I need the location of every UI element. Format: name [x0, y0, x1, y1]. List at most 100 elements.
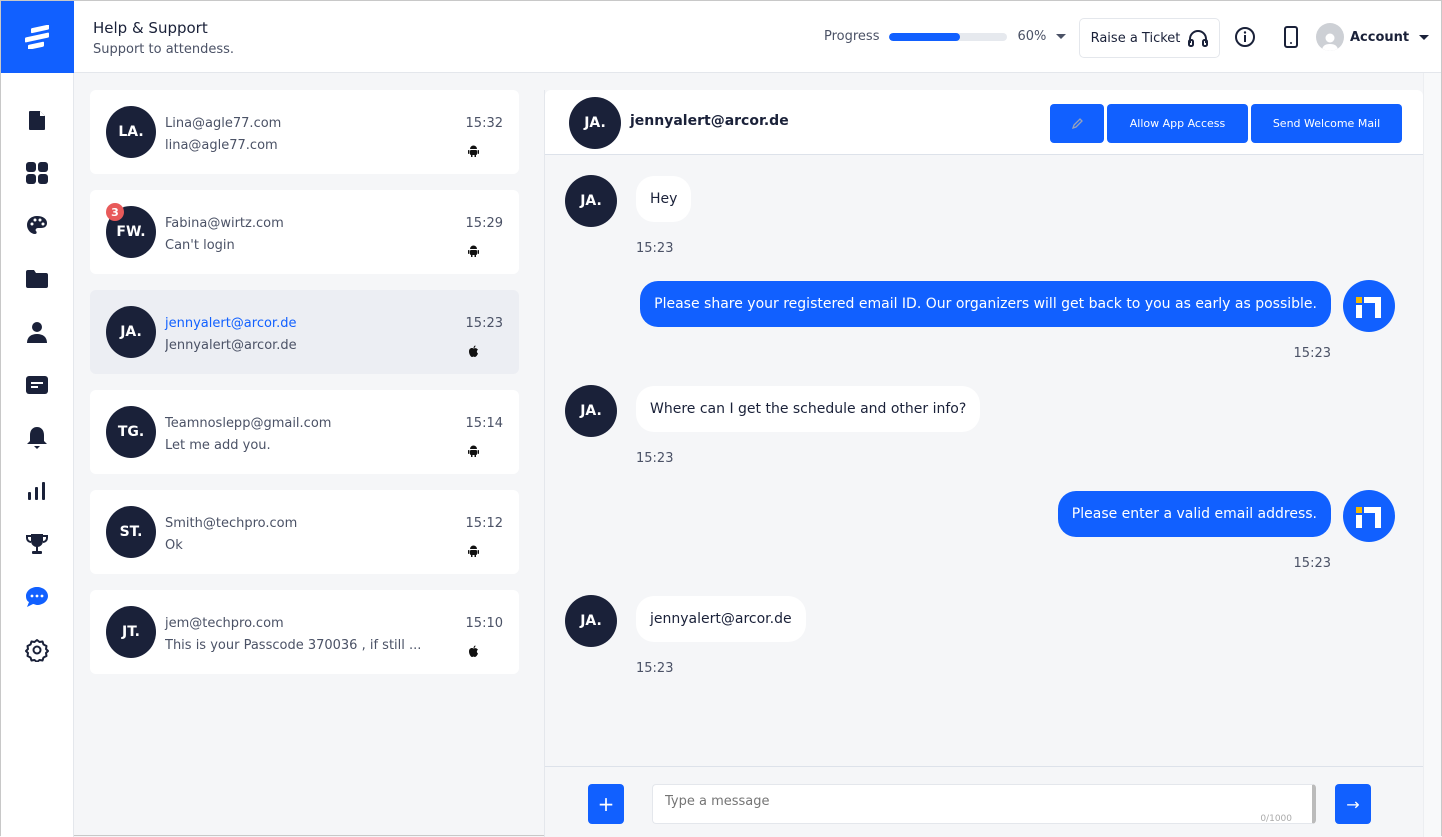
ticket-icon [26, 375, 48, 394]
apple-icon [469, 345, 478, 357]
progress-value: 60% [1017, 29, 1047, 44]
sidebar-item-files[interactable] [17, 252, 57, 305]
analytics-icon [28, 481, 45, 500]
account-menu[interactable]: Account [1316, 23, 1430, 51]
conversation-list: LA. Lina@agle77.com lina@agle77.com 15:32 FW… [90, 90, 519, 690]
message-input[interactable] [653, 785, 1312, 818]
sidebar-item-analytics[interactable] [17, 464, 57, 517]
user-icon [27, 321, 47, 343]
send-button[interactable]: → [1335, 784, 1371, 824]
sidebar-item-awards[interactable] [17, 517, 57, 570]
avatar: ST. [106, 506, 156, 558]
conversation-preview: Can't login [165, 238, 235, 253]
sidebar-item-users[interactable] [17, 305, 57, 358]
mobile-icon[interactable] [1283, 26, 1299, 48]
message-composer: + 0/1000 → [545, 766, 1424, 837]
document-icon [29, 110, 45, 130]
sidebar [1, 1, 74, 837]
conversation-time: 15:29 [465, 216, 503, 231]
message-time: 15:23 [636, 241, 674, 256]
conversation-name: Smith@techpro.com [165, 516, 298, 531]
sidebar-item-theme[interactable] [17, 199, 57, 252]
android-icon [468, 445, 479, 457]
info-icon[interactable] [1234, 26, 1256, 48]
incoming-message: jennyalert@arcor.de [636, 596, 806, 642]
avatar: JA. [565, 175, 617, 227]
chevron-down-icon [1056, 34, 1067, 39]
conversation-item[interactable]: TG. Teamnoslepp@gmail.com Let me add you. 1… [90, 390, 519, 474]
raise-ticket-button[interactable]: Raise a Ticket [1079, 18, 1220, 58]
message-time: 15:23 [1293, 346, 1331, 361]
palette-icon [27, 215, 47, 234]
conversation-item[interactable]: JT. jem@techpro.com This is your Passcode … [90, 590, 519, 674]
avatar: JT. [106, 606, 156, 658]
sidebar-item-support-chat[interactable] [17, 570, 57, 623]
settings-icon [25, 638, 49, 662]
message-input-box[interactable]: 0/1000 [652, 784, 1316, 824]
conversation-name: Lina@agle77.com [165, 116, 282, 131]
attach-button[interactable]: + [588, 784, 624, 824]
conversation-item[interactable]: ST. Smith@techpro.com Ok 15:12 [90, 490, 519, 574]
message-time: 15:23 [1293, 556, 1331, 571]
conversation-preview: Ok [165, 538, 183, 553]
android-icon [468, 545, 479, 557]
pencil-icon [1071, 117, 1083, 129]
platform [468, 342, 479, 361]
conversation-item[interactable]: JA. jennyalert@arcor.de Jennyalert@arcor.d… [90, 290, 519, 374]
conversation-time: 15:12 [465, 516, 503, 531]
page-title: Help & Support [93, 19, 208, 37]
sidebar-item-documents[interactable] [17, 93, 57, 146]
conversation-preview: Jennyalert@arcor.de [165, 338, 297, 353]
app-logo[interactable] [1, 1, 74, 73]
conversation-name: Fabina@wirtz.com [165, 216, 284, 231]
chat-panel: JA. jennyalert@arcor.de Allow App Access… [544, 90, 1424, 837]
dashboard-icon [26, 161, 48, 184]
incoming-message: Where can I get the schedule and other i… [636, 386, 981, 432]
conversation-preview: Let me add you. [165, 438, 271, 453]
platform [468, 542, 479, 561]
chat-header: JA. jennyalert@arcor.de Allow App Access… [545, 90, 1423, 155]
page-subtitle: Support to attendess. [93, 42, 235, 57]
conversation-name: Teamnoslepp@gmail.com [165, 416, 332, 431]
chevron-down-icon [1419, 34, 1430, 40]
sidebar-item-notifications[interactable] [17, 411, 57, 464]
avatar: LA. [106, 106, 156, 158]
page-scrollbar[interactable] [1423, 73, 1441, 837]
user-icon [1322, 33, 1338, 51]
incoming-message: Hey [636, 176, 692, 222]
platform [468, 142, 479, 161]
avatar: JA. [106, 306, 156, 358]
conversation-item[interactable]: LA. Lina@agle77.com lina@agle77.com 15:32 [90, 90, 519, 174]
chat-contact-name: jennyalert@arcor.de [630, 113, 789, 129]
chat-icon [26, 586, 48, 607]
sidebar-nav [1, 73, 73, 676]
folder-icon [26, 269, 48, 288]
outgoing-message: Please enter a valid email address. [1057, 491, 1331, 537]
conversation-time: 15:32 [465, 116, 503, 131]
avatar: JA. [569, 97, 621, 149]
conversation-preview: lina@agle77.com [165, 138, 278, 153]
send-welcome-mail-button[interactable]: Send Welcome Mail [1251, 104, 1402, 143]
edit-button[interactable] [1050, 104, 1104, 143]
conversation-preview: This is your Passcode 370036 , if still … [165, 638, 422, 653]
avatar [1316, 23, 1344, 51]
platform [468, 442, 479, 461]
conversation-item[interactable]: FW. 3 Fabina@wirtz.com Can't login 15:29 [90, 190, 519, 274]
allow-app-access-button[interactable]: Allow App Access [1107, 104, 1248, 143]
outgoing-message: Please share your registered email ID. O… [640, 281, 1331, 327]
account-label: Account [1350, 29, 1410, 45]
char-counter: 0/1000 [1260, 814, 1292, 824]
unread-badge: 3 [106, 203, 124, 221]
platform [468, 242, 479, 261]
sidebar-item-dashboard[interactable] [17, 146, 57, 199]
progress-label: Progress [824, 29, 880, 44]
progress-bar [889, 32, 1008, 41]
sidebar-item-settings[interactable] [17, 623, 57, 676]
raise-ticket-label: Raise a Ticket [1090, 30, 1181, 46]
android-icon [468, 145, 479, 157]
headphones-icon [1188, 30, 1209, 47]
sidebar-item-tickets[interactable] [17, 358, 57, 411]
bell-icon [27, 426, 47, 449]
progress-dropdown[interactable]: Progress 60% [824, 29, 1067, 44]
progress-bar-fill [889, 32, 961, 41]
